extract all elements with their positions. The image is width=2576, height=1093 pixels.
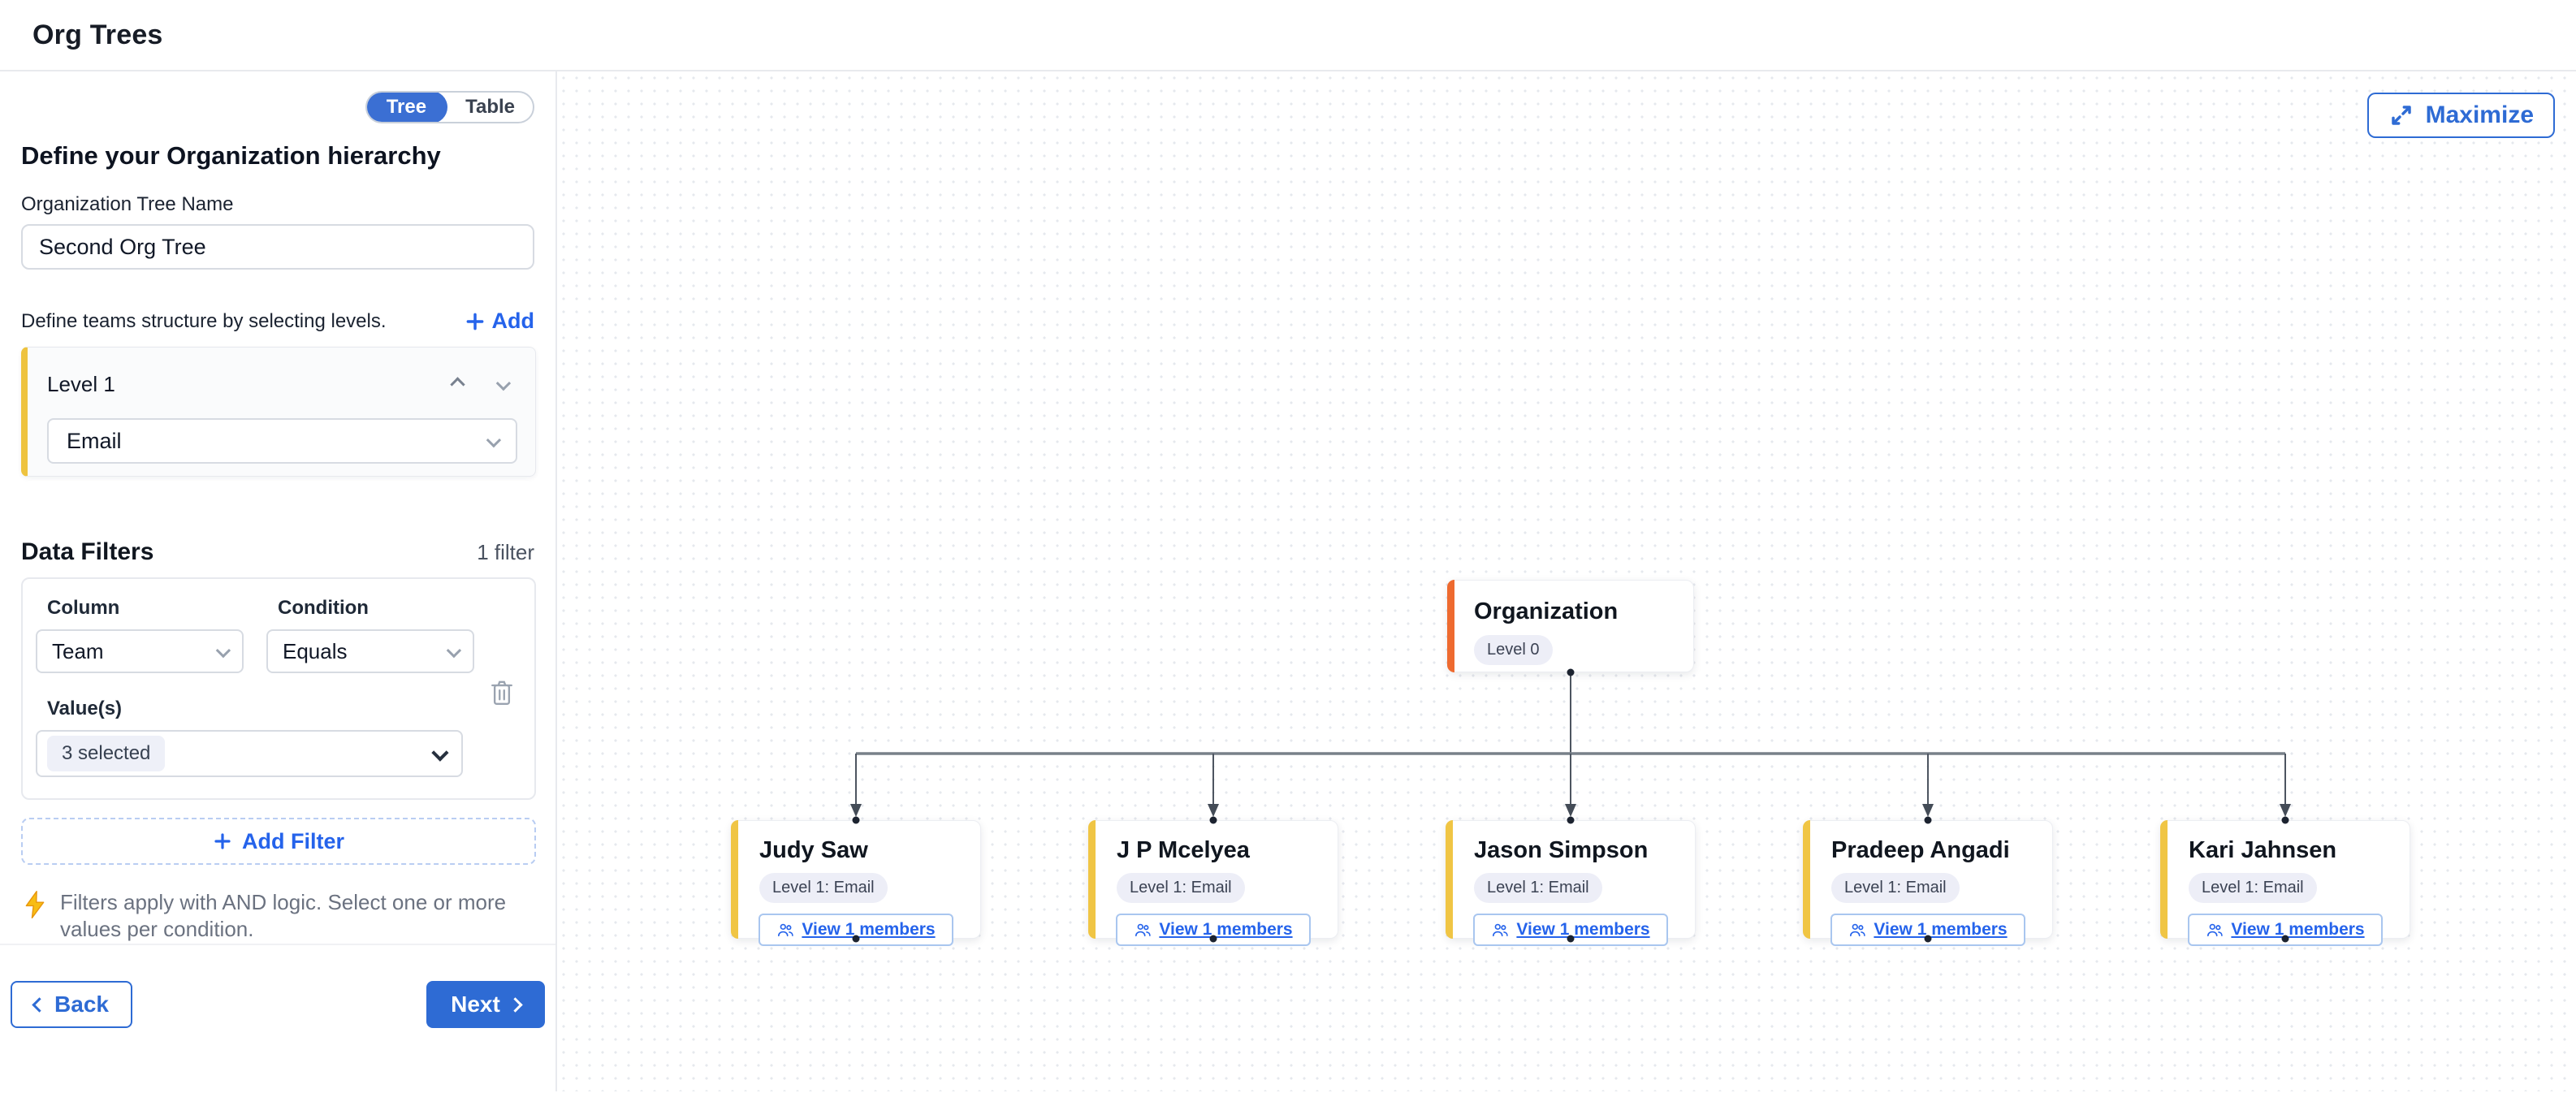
add-level-label: Add — [492, 309, 534, 334]
view-members-label: View 1 members — [1516, 920, 1649, 940]
delete-filter-button[interactable] — [484, 675, 520, 711]
node-title: Pradeep Angadi — [1831, 837, 2052, 864]
node-accent-bar — [1088, 820, 1096, 939]
filter-count-badge: 1 filter — [477, 540, 534, 565]
view-members-label: View 1 members — [1874, 920, 2007, 940]
next-label: Next — [451, 991, 500, 1017]
level-title: Level 1 — [47, 372, 115, 397]
node-accent-bar — [1446, 820, 1453, 939]
org-node-child[interactable]: J P Mcelyea Level 1: Email View 1 member… — [1088, 820, 1338, 939]
org-node-root[interactable]: Organization Level 0 — [1447, 580, 1694, 672]
data-filters-title: Data Filters — [21, 538, 153, 566]
toggle-table[interactable]: Table — [447, 91, 533, 123]
tree-name-value: Second Org Tree — [39, 235, 206, 260]
filters-note: Filters apply with AND logic. Select one… — [60, 889, 515, 944]
back-button[interactable]: Back — [11, 981, 132, 1028]
chevron-down-icon — [486, 432, 501, 447]
tree-name-label: Organization Tree Name — [21, 193, 534, 216]
users-icon — [1491, 922, 1509, 938]
expand-icon — [2388, 102, 2414, 128]
node-accent-bar — [1447, 580, 1454, 672]
view-members-label: View 1 members — [802, 920, 935, 940]
lightning-icon — [21, 889, 49, 920]
users-icon — [1848, 922, 1866, 938]
filter-condition-select[interactable]: Equals — [266, 629, 474, 673]
view-members-button[interactable]: View 1 members — [2188, 914, 2383, 946]
add-filter-label: Add Filter — [242, 829, 344, 854]
node-level-badge: Level 1: Email — [1831, 873, 1960, 903]
add-level-button[interactable]: Add — [465, 309, 534, 334]
chevron-down-icon — [447, 642, 461, 657]
levels-description: Define teams structure by selecting leve… — [21, 310, 387, 333]
tree-name-input[interactable]: Second Org Tree — [21, 224, 534, 270]
node-accent-bar — [731, 820, 738, 939]
node-level-badge: Level 0 — [1474, 635, 1553, 665]
org-node-child[interactable]: Judy Saw Level 1: Email View 1 members — [731, 820, 981, 939]
condition-label: Condition — [278, 597, 474, 620]
org-tree-canvas[interactable]: Maximize Organization Level 0 Judy Saw L… — [557, 71, 2576, 1091]
view-members-button[interactable]: View 1 members — [1116, 914, 1311, 946]
toggle-tree[interactable]: Tree — [365, 91, 447, 123]
view-members-button[interactable]: View 1 members — [1473, 914, 1668, 946]
filter-card: Column Team Condition Equals — [21, 577, 536, 800]
org-node-child[interactable]: Jason Simpson Level 1: Email View 1 memb… — [1446, 820, 1696, 939]
view-members-label: View 1 members — [2231, 920, 2364, 940]
plus-icon — [213, 832, 232, 851]
view-members-button[interactable]: View 1 members — [759, 914, 953, 946]
org-node-child[interactable]: Kari Jahnsen Level 1: Email View 1 membe… — [2160, 820, 2410, 939]
level-column-select[interactable]: Email — [47, 418, 517, 464]
node-title: Jason Simpson — [1474, 837, 1695, 864]
node-level-badge: Level 1: Email — [759, 873, 888, 903]
chevron-down-icon — [431, 744, 448, 761]
back-label: Back — [54, 991, 109, 1017]
move-level-down-icon[interactable] — [496, 376, 511, 391]
node-accent-bar — [1803, 820, 1810, 939]
node-level-badge: Level 1: Email — [1117, 873, 1245, 903]
node-level-badge: Level 1: Email — [2189, 873, 2317, 903]
move-level-up-icon[interactable] — [450, 377, 465, 391]
add-filter-button[interactable]: Add Filter — [21, 818, 536, 865]
node-title: J P Mcelyea — [1117, 837, 1338, 864]
filter-column-value: Team — [52, 639, 104, 664]
view-mode-toggle[interactable]: Tree Table — [365, 91, 534, 123]
view-members-label: View 1 members — [1159, 920, 1292, 940]
next-button[interactable]: Next — [426, 981, 545, 1028]
sidebar-heading: Define your Organization hierarchy — [21, 141, 534, 171]
sidebar-footer: Back Next — [0, 944, 555, 1091]
chevron-down-icon — [216, 642, 231, 657]
filter-condition-value: Equals — [283, 639, 348, 664]
node-level-badge: Level 1: Email — [1474, 873, 1602, 903]
values-label: Value(s) — [47, 698, 521, 720]
column-label: Column — [47, 597, 244, 620]
page-header: Org Trees — [0, 0, 2576, 71]
level-column-value: Email — [67, 429, 122, 454]
chevron-left-icon — [32, 997, 46, 1012]
page-title: Org Trees — [32, 19, 163, 51]
node-title: Organization — [1474, 598, 1693, 625]
level-card: Level 1 Email — [21, 347, 536, 477]
users-icon — [1134, 922, 1152, 938]
filter-column-select[interactable]: Team — [36, 629, 244, 673]
maximize-button[interactable]: Maximize — [2367, 93, 2555, 138]
trash-icon — [488, 678, 516, 707]
view-members-button[interactable]: View 1 members — [1830, 914, 2025, 946]
hierarchy-sidebar: Tree Table Define your Organization hier… — [0, 71, 557, 1091]
chevron-right-icon — [508, 997, 522, 1012]
node-title: Kari Jahnsen — [2189, 837, 2410, 864]
selected-values-chip: 3 selected — [47, 736, 165, 771]
filter-values-select[interactable]: 3 selected — [36, 730, 463, 777]
users-icon — [2206, 922, 2224, 938]
node-accent-bar — [2160, 820, 2168, 939]
maximize-label: Maximize — [2426, 102, 2534, 129]
org-node-child[interactable]: Pradeep Angadi Level 1: Email View 1 mem… — [1803, 820, 2053, 939]
node-title: Judy Saw — [759, 837, 980, 864]
plus-icon — [465, 311, 486, 332]
users-icon — [776, 922, 794, 938]
